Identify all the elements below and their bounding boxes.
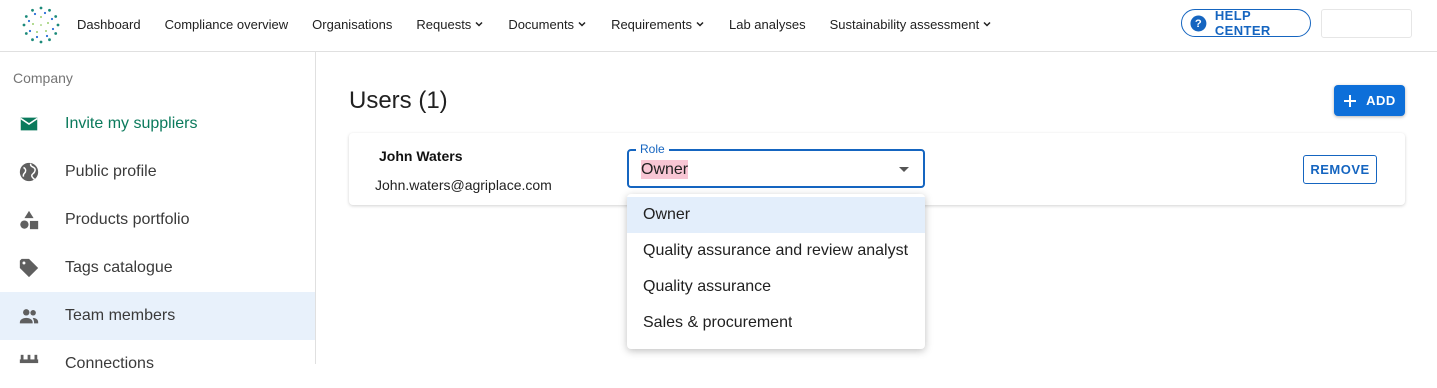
remove-user-button[interactable]: REMOVE xyxy=(1303,155,1377,184)
role-option-qa-review[interactable]: Quality assurance and review analyst xyxy=(627,233,925,269)
chevron-down-icon xyxy=(578,21,586,27)
chevron-down-icon xyxy=(696,21,704,27)
sidebar-item-invite-suppliers[interactable]: Invite my suppliers xyxy=(0,100,315,148)
role-option-label: Quality assurance and review analyst xyxy=(643,242,909,259)
role-field-label: Role xyxy=(636,142,669,156)
dropdown-arrow-icon[interactable] xyxy=(898,166,910,173)
chevron-down-icon xyxy=(475,21,483,27)
sidebar-item-label: Connections xyxy=(65,355,154,372)
role-option-label: Owner xyxy=(643,206,691,223)
nav-label: Documents xyxy=(508,16,575,32)
page-title: Users (1) xyxy=(349,87,448,114)
nav-label: Lab analyses xyxy=(729,16,806,32)
chevron-down-icon xyxy=(983,21,991,27)
nav-requests[interactable]: Requests xyxy=(416,17,484,32)
sidebar-item-label: Products portfolio xyxy=(65,211,190,228)
user-name: John Waters xyxy=(379,148,463,164)
nav-sustainability-assessment[interactable]: Sustainability assessment xyxy=(830,17,993,32)
help-center-label: HELP CENTER xyxy=(1214,8,1271,38)
logo-icon[interactable] xyxy=(20,4,62,46)
nav-dashboard[interactable]: Dashboard xyxy=(77,17,141,32)
role-option-qa[interactable]: Quality assurance xyxy=(627,269,925,305)
role-option-label: Sales & procurement xyxy=(643,314,793,331)
sidebar-item-team-members[interactable]: Team members xyxy=(0,292,315,340)
mail-icon xyxy=(20,117,38,131)
shapes-icon xyxy=(20,210,39,230)
nav-label: Dashboard xyxy=(77,16,141,32)
sidebar-item-tags-catalogue[interactable]: Tags catalogue xyxy=(0,244,315,292)
svg-text:?: ? xyxy=(1195,18,1202,30)
nav-documents[interactable]: Documents xyxy=(508,17,587,32)
sidebar-item-public-profile[interactable]: Public profile xyxy=(0,148,315,196)
sidebar-item-label: Invite my suppliers xyxy=(65,115,198,132)
role-selected-value: Owner xyxy=(641,160,689,179)
nav-organisations[interactable]: Organisations xyxy=(312,17,392,32)
role-options-menu: Owner Quality assurance and review analy… xyxy=(627,194,925,349)
role-option-sales-procurement[interactable]: Sales & procurement xyxy=(627,305,925,341)
plus-icon xyxy=(1344,94,1357,107)
sidebar-item-label: Public profile xyxy=(65,163,157,180)
remove-button-label: REMOVE xyxy=(1310,162,1370,177)
nav-requirements[interactable]: Requirements xyxy=(611,17,705,32)
tag-icon xyxy=(19,258,39,278)
nav-label: Compliance overview xyxy=(164,16,289,32)
top-bar: Dashboard Compliance overview Organisati… xyxy=(0,0,1437,52)
main-nav: Dashboard Compliance overview Organisati… xyxy=(77,0,1016,48)
nav-compliance-overview[interactable]: Compliance overview xyxy=(165,17,289,32)
nav-lab-analyses[interactable]: Lab analyses xyxy=(729,17,806,32)
sidebar: Company Invite my suppliers Public profi… xyxy=(0,52,316,372)
connections-icon xyxy=(19,354,39,364)
sidebar-heading: Company xyxy=(13,70,73,86)
sidebar-item-label: Team members xyxy=(65,307,176,324)
people-icon xyxy=(19,309,39,324)
nav-label: Sustainability assessment xyxy=(829,16,980,32)
nav-label: Requests xyxy=(416,16,472,32)
help-center-button[interactable]: ? HELP CENTER xyxy=(1181,8,1311,38)
globe-icon xyxy=(19,162,39,182)
role-option-owner[interactable]: Owner xyxy=(627,197,925,233)
sidebar-item-label: Tags catalogue xyxy=(65,259,173,276)
user-email: John.waters@agriplace.com xyxy=(375,177,552,193)
sidebar-item-products-portfolio[interactable]: Products portfolio xyxy=(0,196,315,244)
add-user-button[interactable]: ADD xyxy=(1334,85,1405,116)
nav-label: Organisations xyxy=(312,16,393,32)
sidebar-item-connections[interactable]: Connections xyxy=(0,340,315,388)
role-option-label: Quality assurance xyxy=(643,278,772,295)
account-menu[interactable] xyxy=(1321,9,1412,38)
help-icon: ? xyxy=(1190,15,1207,31)
nav-label: Requirements xyxy=(611,16,692,32)
add-button-label: ADD xyxy=(1366,93,1396,108)
